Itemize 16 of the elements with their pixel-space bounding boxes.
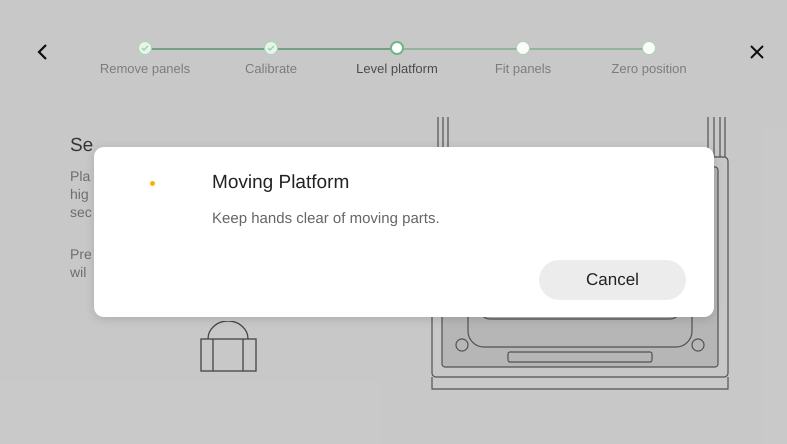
step-label: Zero position — [610, 61, 688, 76]
section-heading: Se — [70, 135, 94, 157]
chevron-left-icon — [36, 43, 48, 61]
step-label: Fit panels — [494, 61, 552, 76]
instruction-text: wil — [70, 263, 86, 281]
instruction-text: Pre — [70, 245, 92, 263]
instruction-text: sec — [70, 203, 92, 221]
dialog-title: Moving Platform — [212, 172, 350, 194]
close-icon — [749, 44, 765, 60]
dialog-message: Keep hands clear of moving parts. — [212, 210, 441, 227]
cancel-button[interactable]: Cancel — [539, 260, 686, 300]
step-label: Remove panels — [98, 61, 192, 76]
step-label: Level platform — [355, 61, 439, 76]
instruction-text: Pla — [70, 167, 90, 185]
instruction-text: hig — [70, 185, 89, 203]
step-label: Calibrate — [244, 61, 298, 76]
